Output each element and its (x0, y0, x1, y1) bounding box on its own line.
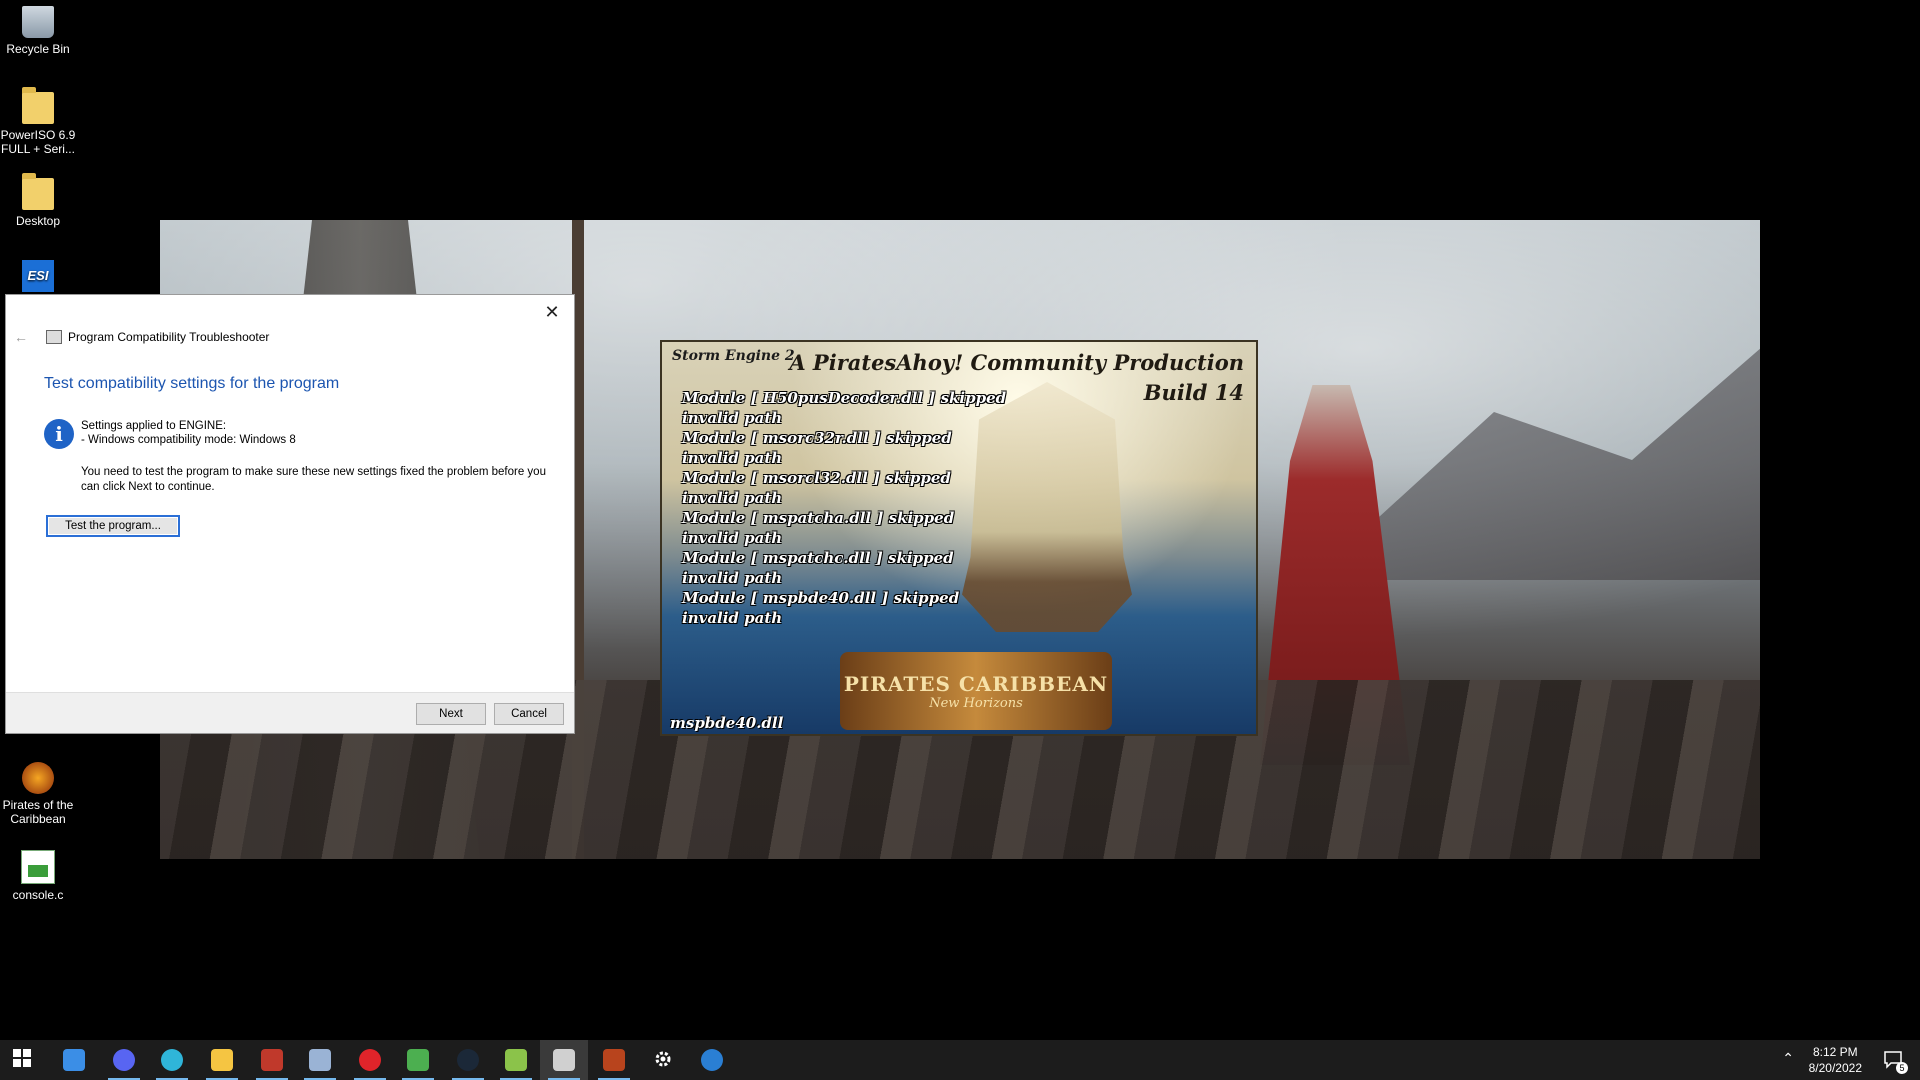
taskbar-button-notepad-plus[interactable] (492, 1040, 540, 1080)
log-line: invalid path (682, 409, 783, 427)
taskbar-button-file-explorer[interactable] (198, 1040, 246, 1080)
msi-afterburner-icon (261, 1049, 283, 1071)
action-center-icon[interactable]: 5 (1882, 1048, 1908, 1074)
compat-mode-line: - Windows compatibility mode: Windows 8 (81, 434, 296, 446)
taskbar-button-opera[interactable] (346, 1040, 394, 1080)
desktop-icon-label: console.c (12, 888, 64, 902)
log-line: Module [ msorcl32.dll ] skipped (682, 469, 951, 487)
game-loading-window: Storm Engine 2 A PiratesAhoy! Community … (660, 340, 1258, 736)
potc-game-icon (603, 1049, 625, 1071)
app-circle-icon (701, 1049, 723, 1071)
discord-icon (113, 1049, 135, 1071)
desktop-icon-recycle-bin[interactable]: Recycle Bin (0, 6, 76, 56)
taskbar-button-edge[interactable] (148, 1040, 196, 1080)
logo-subtitle: New Horizons (929, 695, 1023, 711)
troubleshooter-icon (553, 1049, 575, 1071)
desktop-icon-label: Recycle Bin (6, 42, 70, 56)
taskbar-clock[interactable]: 8:12 PM 8/20/2022 (1809, 1044, 1862, 1076)
dialog-titlebar: ← Program Compatibility Troubleshooter (14, 329, 269, 345)
game-logo: PIRATES CARIBBEAN New Horizons (840, 652, 1112, 730)
taskbar-button-discord[interactable] (100, 1040, 148, 1080)
show-hidden-icons-chevron-icon[interactable]: ⌃ (1782, 1050, 1794, 1067)
instruction-text: You need to test the program to make sur… (81, 466, 546, 493)
folder-icon (22, 87, 54, 124)
log-line: Module [ mspatcha.dll ] skipped (682, 509, 955, 527)
settings-icon (653, 1049, 675, 1071)
log-line: Module [ mspbde40.dll ] skipped (682, 589, 960, 607)
log-line: invalid path (682, 569, 783, 587)
compatibility-troubleshooter-dialog: ✕ ← Program Compatibility Troubleshooter… (5, 294, 575, 734)
troubleshooter-icon (46, 330, 62, 344)
info-icon: i (44, 419, 74, 449)
desktop-icon-label: Pirates of the Caribbean (2, 798, 74, 826)
desktop-icon-label: Desktop (15, 214, 61, 228)
loading-status-file: mspbde40.dll (670, 714, 784, 732)
desktop-icon-poweriso[interactable]: PowerISO 6.9 FULL + Seri... (0, 87, 76, 156)
folder-icon (22, 173, 54, 210)
settings-applied-line: Settings applied to ENGINE: (81, 420, 227, 432)
desktop-icon-desktop[interactable]: Desktop (0, 173, 76, 228)
back-arrow-icon[interactable]: ← (14, 329, 34, 345)
log-line: Module [ msorc32r.dll ] skipped (682, 429, 952, 447)
log-line: invalid path (682, 489, 783, 507)
settings-summary: Settings applied to ENGINE: - Windows co… (81, 419, 296, 447)
taskbar-button-settings[interactable] (640, 1040, 688, 1080)
log-line: invalid path (682, 449, 783, 467)
build-label: Build 14 (1143, 380, 1244, 405)
next-button[interactable]: Next (416, 703, 486, 725)
taskbar: ⌃ 8:12 PM 8/20/2022 5 (0, 1040, 1920, 1080)
desktop-icon-console[interactable]: console.c (0, 850, 76, 902)
dialog-footer: Next Cancel (6, 692, 574, 733)
file-explorer-icon (211, 1049, 233, 1071)
recycle-bin-icon (22, 6, 54, 38)
production-title: A PiratesAhoy! Community Production (789, 350, 1244, 375)
dialog-heading: Test compatibility settings for the prog… (44, 375, 340, 392)
logo-title: PIRATES CARIBBEAN (843, 671, 1109, 696)
log-line: Module [ H50pusDecoder.dll ] skipped (682, 389, 1007, 407)
taskbar-button-troubleshooter[interactable] (540, 1040, 588, 1080)
steam-icon (457, 1049, 479, 1071)
taskbar-button-steam[interactable] (444, 1040, 492, 1080)
cancel-button[interactable]: Cancel (494, 703, 564, 725)
taskbar-button-msi-afterburner[interactable] (248, 1040, 296, 1080)
c-file-icon (21, 850, 55, 884)
test-program-button[interactable]: Test the program... (46, 515, 180, 537)
notepad-plus-icon (505, 1049, 527, 1071)
log-line: invalid path (682, 529, 783, 547)
minecraft-icon (407, 1049, 429, 1071)
log-line: Module [ mspatchc.dll ] skipped (682, 549, 954, 567)
remote-desktop-icon (309, 1049, 331, 1071)
desktop-icon-label: PowerISO 6.9 FULL + Seri... (0, 128, 76, 156)
dialog-title: Program Compatibility Troubleshooter (68, 330, 270, 344)
taskbar-button-minecraft[interactable] (394, 1040, 442, 1080)
start-icon (13, 1049, 35, 1071)
store-icon (63, 1049, 85, 1071)
loading-log: Module [ H50pusDecoder.dll ] skipped inv… (682, 388, 1006, 628)
notification-count-badge: 5 (1896, 1062, 1908, 1074)
taskbar-button-store[interactable] (50, 1040, 98, 1080)
esi-app-icon: ESI (22, 260, 54, 292)
desktop-icon-pirates[interactable]: Pirates of the Caribbean (0, 762, 76, 826)
taskbar-button-remote-desktop[interactable] (296, 1040, 344, 1080)
clock-time: 8:12 PM (1812, 1045, 1858, 1059)
log-line: invalid path (682, 609, 783, 627)
clock-date: 8/20/2022 (1808, 1061, 1862, 1075)
edge-icon (161, 1049, 183, 1071)
engine-label: Storm Engine 2 (672, 348, 795, 364)
taskbar-button-start[interactable] (0, 1040, 48, 1080)
taskbar-button-app-circle[interactable] (688, 1040, 736, 1080)
desktop-icon-esi[interactable]: ESI (0, 260, 76, 296)
close-button[interactable]: ✕ (538, 299, 566, 325)
taskbar-button-potc-game[interactable] (590, 1040, 638, 1080)
pirates-game-icon (22, 762, 54, 794)
opera-icon (359, 1049, 381, 1071)
